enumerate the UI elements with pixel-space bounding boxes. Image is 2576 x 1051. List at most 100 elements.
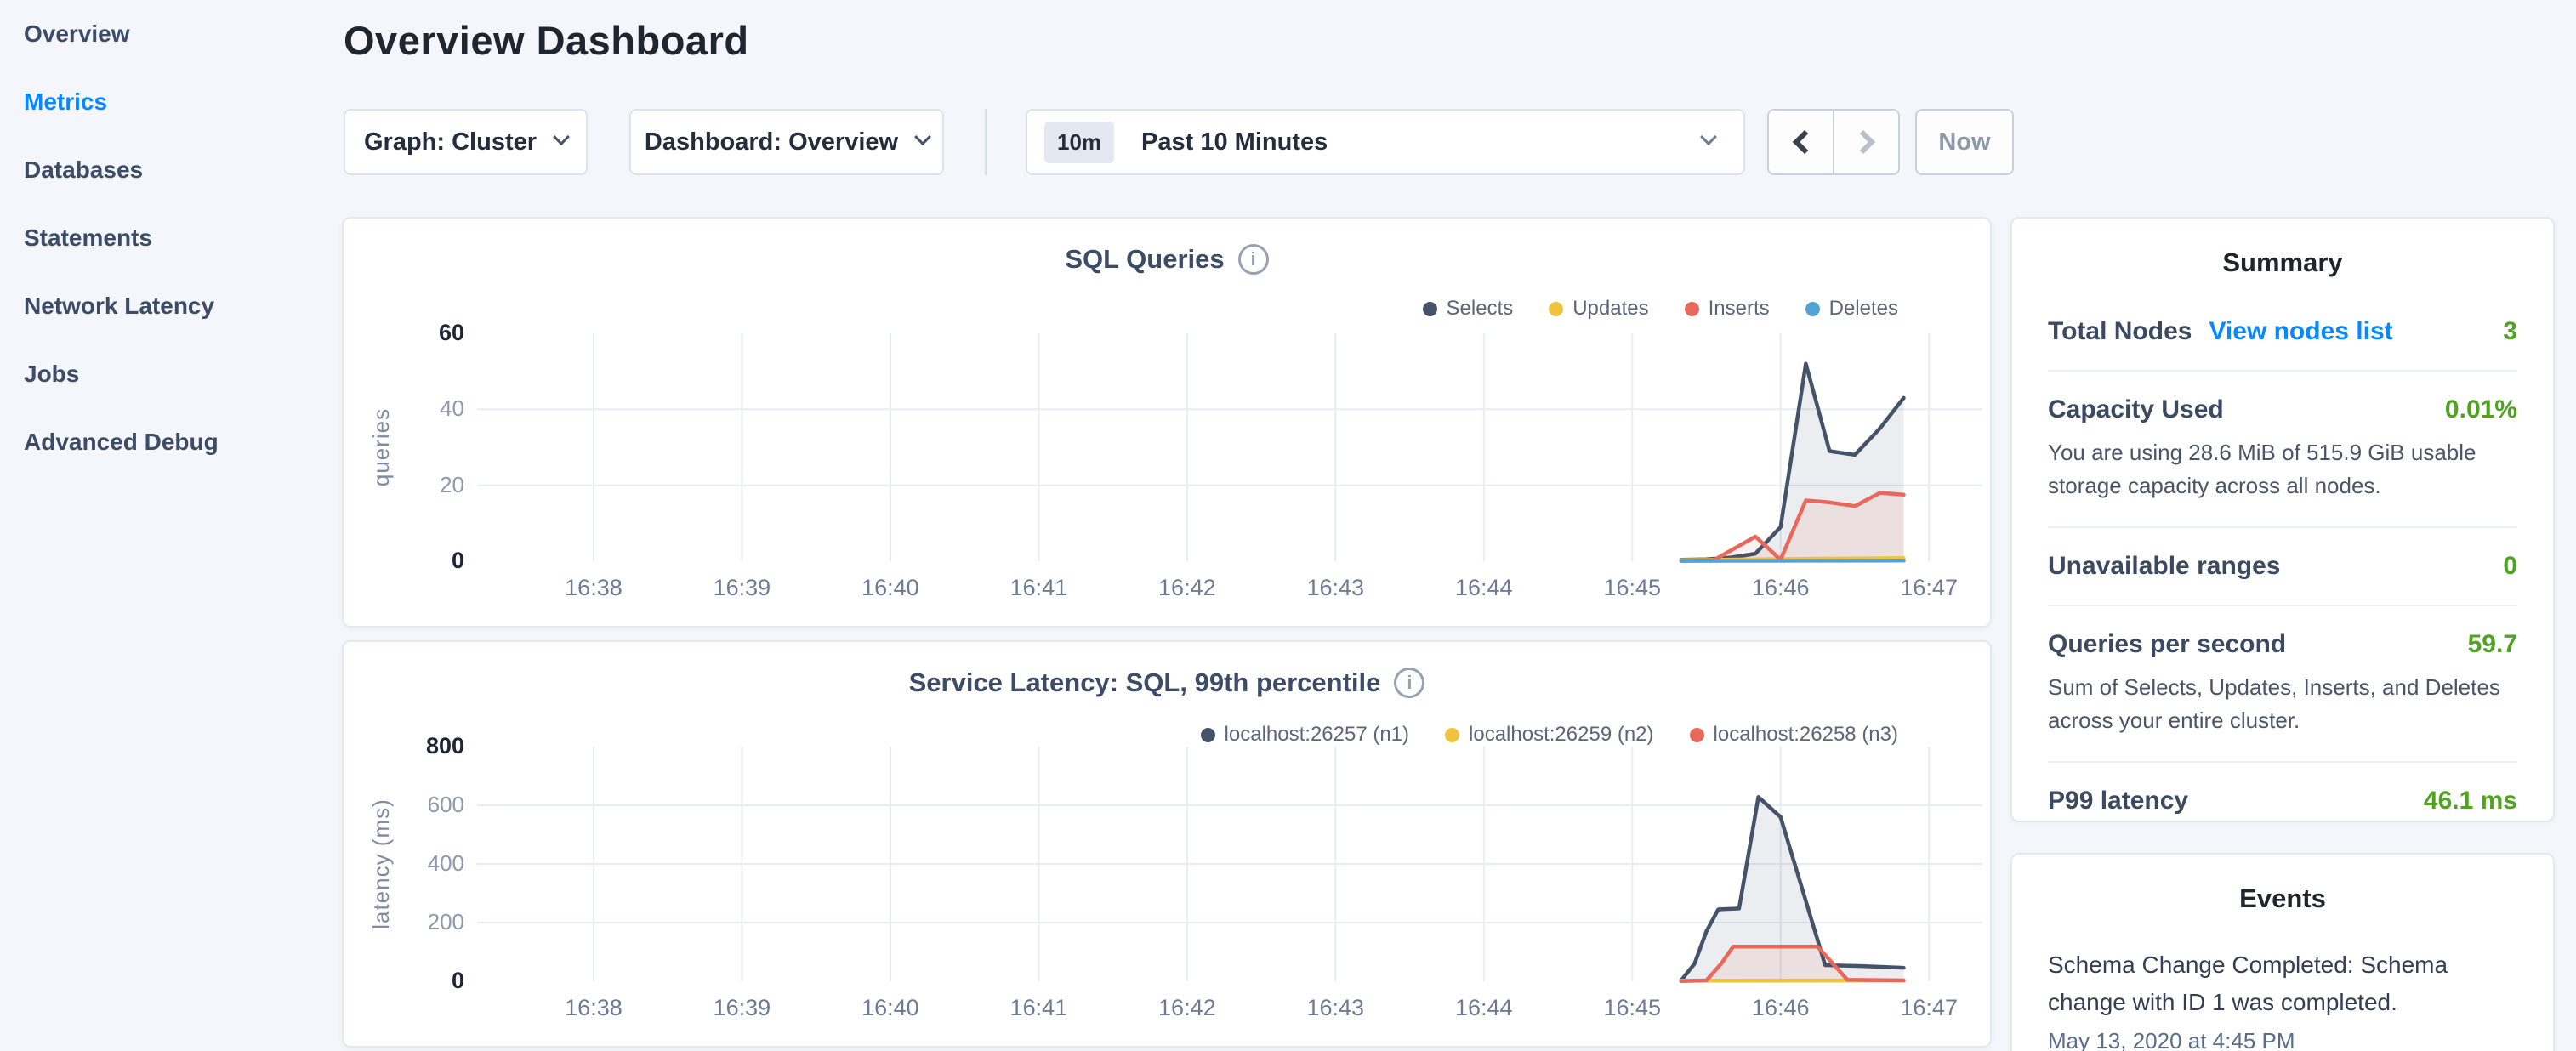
info-icon[interactable]: i xyxy=(1238,244,1269,275)
event-item-timestamp: May 13, 2020 at 4:45 PM xyxy=(2048,1028,2517,1051)
x-tick-label: 16:38 xyxy=(534,575,653,602)
admin-ui-page: Overview Metrics Databases Statements Ne… xyxy=(0,0,2576,1051)
summary-row-unavailable-ranges: Unavailable ranges 0 xyxy=(2048,528,2517,606)
chart-title-row: SQL Queries i xyxy=(344,244,1990,275)
x-tick-label: 16:39 xyxy=(682,995,801,1022)
x-tick-label: 16:46 xyxy=(1721,995,1840,1022)
legend-item: Deletes xyxy=(1805,297,1898,321)
legend-dot-icon xyxy=(1685,302,1699,316)
x-tick-label: 16:44 xyxy=(1424,575,1544,602)
legend-dot-icon xyxy=(1445,728,1459,742)
legend-label: localhost:26258 (n3) xyxy=(1714,723,1898,747)
summary-row-p99-latency: P99 latency 46.1 ms xyxy=(2048,763,2517,839)
chart-title-row: Service Latency: SQL, 99th percentile i xyxy=(344,668,1990,698)
sql-queries-chart-card: SQL Queries i Selects Updates Inserts Delet… xyxy=(342,217,1992,628)
event-item-text[interactable]: Schema Change Completed: Schema change w… xyxy=(2048,946,2517,1021)
sidebar-item-jobs[interactable]: Jobs xyxy=(0,340,340,408)
dashboard-dropdown[interactable]: Dashboard: Overview xyxy=(629,109,944,175)
legend-item: localhost:26258 (n3) xyxy=(1690,723,1898,747)
summary-title: Summary xyxy=(2048,247,2517,278)
time-range-label: Past 10 Minutes xyxy=(1141,128,1328,156)
x-tick-label: 16:38 xyxy=(534,995,653,1022)
x-tick-label: 16:42 xyxy=(1128,995,1247,1022)
sidebar-item-overview[interactable]: Overview xyxy=(0,0,340,68)
sidebar-item-databases[interactable]: Databases xyxy=(0,136,340,204)
summary-row-label: Total Nodes xyxy=(2048,317,2192,346)
graph-scope-dropdown[interactable]: Graph: Cluster xyxy=(344,109,588,175)
x-tick-label: 16:40 xyxy=(831,575,950,602)
summary-row-label: Capacity Used xyxy=(2048,395,2224,424)
legend-label: Inserts xyxy=(1709,297,1770,321)
sidebar-item-advanced-debug[interactable]: Advanced Debug xyxy=(0,408,340,476)
legend-item: localhost:26259 (n2) xyxy=(1445,723,1653,747)
summary-row-label: P99 latency xyxy=(2048,787,2188,815)
events-title: Events xyxy=(2048,883,2517,914)
summary-row-value: 0 xyxy=(2503,552,2517,581)
chart-title: SQL Queries xyxy=(1065,244,1224,275)
summary-row-value: 59.7 xyxy=(2468,630,2517,659)
sidebar-item-network-latency[interactable]: Network Latency xyxy=(0,272,340,340)
chart-title: Service Latency: SQL, 99th percentile xyxy=(909,668,1381,698)
chart-legend: localhost:26257 (n1) localhost:26259 (n2)… xyxy=(1201,723,1898,747)
summary-row-queries-per-second: Queries per second 59.7 Sum of Selects, … xyxy=(2048,606,2517,763)
summary-row-subtext: You are using 28.6 MiB of 515.9 GiB usab… xyxy=(2048,436,2517,503)
y-tick-label: 400 xyxy=(337,850,464,878)
graph-scope-label: Graph: Cluster xyxy=(364,128,537,156)
now-button[interactable]: Now xyxy=(1915,109,2014,175)
y-tick-label: 600 xyxy=(337,792,464,819)
x-tick-label: 16:45 xyxy=(1572,575,1692,602)
time-step-back-button[interactable] xyxy=(1767,109,1833,175)
x-tick-label: 16:40 xyxy=(831,995,950,1022)
legend-item: Updates xyxy=(1549,297,1648,321)
y-tick-label: 40 xyxy=(337,395,464,423)
summary-row-label: Queries per second xyxy=(2048,630,2286,659)
time-range-badge: 10m xyxy=(1044,122,1114,163)
view-nodes-list-link[interactable]: View nodes list xyxy=(2209,317,2392,346)
y-axis-title: queries xyxy=(368,333,394,561)
time-range-selector[interactable]: 10m Past 10 Minutes xyxy=(1026,109,1745,175)
info-icon[interactable]: i xyxy=(1394,668,1424,698)
y-tick-label: 200 xyxy=(337,909,464,936)
service-latency-plot[interactable] xyxy=(477,747,1982,981)
sql-queries-plot[interactable] xyxy=(477,333,1982,561)
legend-label: localhost:26257 (n1) xyxy=(1225,723,1409,747)
service-latency-chart-card: Service Latency: SQL, 99th percentile i … xyxy=(342,640,1992,1048)
summary-row-total-nodes: Total Nodes View nodes list 3 xyxy=(2048,293,2517,372)
controls-divider xyxy=(985,109,987,175)
y-tick-label: 0 xyxy=(337,968,464,995)
x-tick-label: 16:43 xyxy=(1276,995,1395,1022)
legend-item: Selects xyxy=(1423,297,1514,321)
time-step-forward-button[interactable] xyxy=(1833,109,1900,175)
x-tick-label: 16:41 xyxy=(979,995,1098,1022)
chevron-right-icon xyxy=(1851,130,1874,154)
chevron-down-icon xyxy=(914,128,931,145)
x-tick-label: 16:39 xyxy=(682,575,801,602)
summary-panel: Summary Total Nodes View nodes list 3 Ca… xyxy=(2010,217,2555,822)
legend-dot-icon xyxy=(1549,302,1563,316)
x-tick-label: 16:41 xyxy=(979,575,1098,602)
legend-item: localhost:26257 (n1) xyxy=(1201,723,1409,747)
legend-label: localhost:26259 (n2) xyxy=(1469,723,1653,747)
x-tick-label: 16:44 xyxy=(1424,995,1544,1022)
x-tick-label: 16:47 xyxy=(1869,995,1988,1022)
y-tick-label: 20 xyxy=(337,472,464,499)
summary-row-label: Unavailable ranges xyxy=(2048,552,2280,581)
legend-dot-icon xyxy=(1690,728,1704,742)
y-axis-title: latency (ms) xyxy=(368,747,394,981)
summary-row-value: 3 xyxy=(2503,317,2517,346)
x-tick-label: 16:45 xyxy=(1572,995,1692,1022)
events-panel: Events Schema Change Completed: Schema c… xyxy=(2010,853,2555,1051)
summary-row-value: 0.01% xyxy=(2445,395,2517,424)
sidebar: Overview Metrics Databases Statements Ne… xyxy=(0,0,340,1051)
summary-row-subtext: Sum of Selects, Updates, Inserts, and De… xyxy=(2048,671,2517,737)
legend-item: Inserts xyxy=(1685,297,1770,321)
x-tick-label: 16:47 xyxy=(1869,575,1988,602)
y-tick-label: 800 xyxy=(337,733,464,760)
summary-row-capacity-used: Capacity Used 0.01% You are using 28.6 M… xyxy=(2048,372,2517,528)
x-tick-label: 16:46 xyxy=(1721,575,1840,602)
y-tick-label: 60 xyxy=(337,320,464,347)
x-tick-label: 16:43 xyxy=(1276,575,1395,602)
sidebar-item-metrics[interactable]: Metrics xyxy=(0,68,340,136)
legend-label: Deletes xyxy=(1829,297,1898,321)
sidebar-item-statements[interactable]: Statements xyxy=(0,204,340,272)
